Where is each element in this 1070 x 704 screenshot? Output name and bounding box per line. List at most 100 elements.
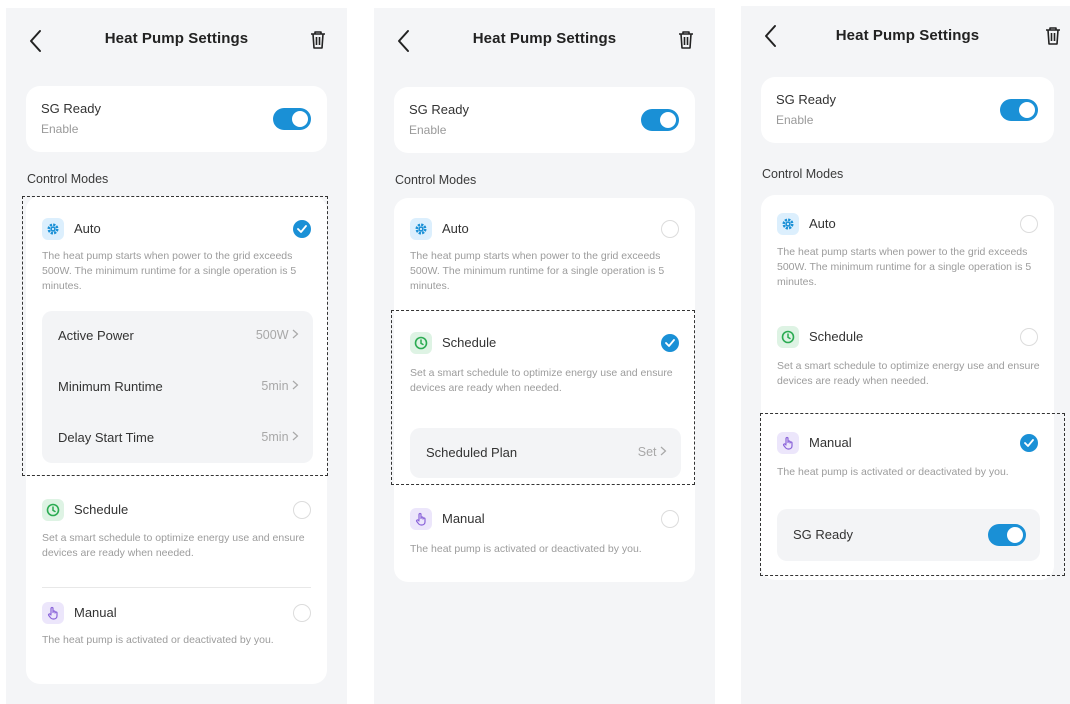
check-icon: [1024, 439, 1034, 447]
setting-row-delay-start-time[interactable]: Delay Start Time 5min: [42, 413, 313, 463]
setting-value: 5min: [261, 430, 299, 444]
mode-schedule-radio[interactable]: [661, 334, 679, 352]
gear-icon: [777, 213, 799, 235]
mode-auto-desc: The heat pump starts when power to the g…: [410, 250, 665, 292]
header: Heat Pump Settings: [741, 6, 1070, 70]
mode-schedule[interactable]: Schedule Set a smart schedule to optimiz…: [26, 486, 327, 586]
setting-value: Set: [638, 445, 667, 459]
manual-sg-ready-toggle[interactable]: [988, 524, 1026, 546]
page-title: Heat Pump Settings: [104, 30, 249, 47]
screen-auto-selected: Heat Pump Settings SG Ready Enable Contr…: [6, 8, 347, 704]
setting-row-scheduled-plan[interactable]: Scheduled Plan Set: [410, 428, 681, 478]
sg-ready-title: SG Ready: [409, 102, 469, 117]
page-title: Heat Pump Settings: [472, 30, 617, 47]
mode-manual-title: Manual: [74, 605, 117, 620]
mode-manual[interactable]: Manual The heat pump is activated or dea…: [394, 498, 695, 582]
screen-schedule-selected: Heat Pump Settings SG Ready Enable Contr…: [374, 8, 715, 704]
sg-ready-subtitle: Enable: [776, 113, 814, 127]
mode-auto[interactable]: Auto The heat pump starts when power to …: [26, 196, 327, 296]
sg-ready-toggle[interactable]: [641, 109, 679, 131]
mode-schedule-desc: Set a smart schedule to optimize energy …: [410, 367, 673, 394]
toggle-knob: [660, 112, 676, 128]
sg-ready-toggle[interactable]: [273, 108, 311, 130]
gear-icon: [42, 218, 64, 240]
trash-icon[interactable]: [1044, 26, 1062, 46]
mode-manual-desc: The heat pump is activated or deactivate…: [42, 634, 274, 646]
trash-icon[interactable]: [677, 30, 695, 50]
control-modes-label: Control Modes: [762, 167, 844, 181]
sg-ready-title: SG Ready: [41, 101, 101, 116]
hand-pointer-icon: [410, 508, 432, 530]
control-modes-label: Control Modes: [395, 173, 477, 187]
chevron-right-icon: [292, 329, 299, 339]
chevron-right-icon: [660, 446, 667, 456]
toggle-knob: [1007, 527, 1023, 543]
setting-label: Scheduled Plan: [426, 445, 518, 460]
setting-row-minimum-runtime[interactable]: Minimum Runtime 5min: [42, 362, 313, 412]
mode-schedule-title: Schedule: [442, 335, 497, 350]
setting-label: Active Power: [58, 328, 134, 343]
mode-manual-radio[interactable]: [293, 604, 311, 622]
mode-schedule-title: Schedule: [74, 502, 129, 517]
sg-ready-card: SG Ready Enable: [26, 86, 327, 152]
mode-auto[interactable]: Auto The heat pump starts when power to …: [394, 198, 695, 298]
sg-ready-subtitle: Enable: [409, 123, 447, 137]
chevron-right-icon: [292, 380, 299, 390]
divider: [42, 587, 311, 588]
auto-settings-panel: Active Power 500W Minimum Runtime 5min D…: [42, 311, 313, 463]
clock-icon: [42, 499, 64, 521]
mode-auto[interactable]: Auto The heat pump starts when power to …: [761, 195, 1054, 295]
mode-auto-radio[interactable]: [661, 220, 679, 238]
setting-label: Minimum Runtime: [58, 379, 163, 394]
mode-manual-desc: The heat pump is activated or deactivate…: [410, 543, 642, 555]
sg-ready-toggle[interactable]: [1000, 99, 1038, 121]
mode-schedule[interactable]: Schedule Set a smart schedule to optimiz…: [394, 318, 695, 408]
mode-auto-title: Auto: [74, 221, 101, 236]
toggle-knob: [1019, 102, 1035, 118]
mode-auto-radio[interactable]: [293, 220, 311, 238]
mode-manual-title: Manual: [809, 435, 852, 450]
check-icon: [297, 225, 307, 233]
mode-manual-radio[interactable]: [1020, 434, 1038, 452]
mode-schedule-desc: Set a smart schedule to optimize energy …: [42, 532, 305, 559]
mode-manual-title: Manual: [442, 511, 485, 526]
chevron-right-icon: [292, 431, 299, 441]
header: Heat Pump Settings: [6, 8, 347, 72]
trash-icon[interactable]: [309, 30, 327, 50]
mode-auto-desc: The heat pump starts when power to the g…: [777, 246, 1032, 288]
setting-label: Delay Start Time: [58, 430, 155, 445]
mode-auto-desc: The heat pump starts when power to the g…: [42, 250, 297, 292]
mode-schedule[interactable]: Schedule Set a smart schedule to optimiz…: [761, 313, 1054, 403]
clock-icon: [777, 326, 799, 348]
mode-manual[interactable]: Manual The heat pump is activated or dea…: [761, 423, 1054, 507]
gear-icon: [410, 218, 432, 240]
mode-manual-desc: The heat pump is activated or deactivate…: [777, 466, 1009, 478]
sg-ready-card: SG Ready Enable: [394, 87, 695, 153]
mode-auto-title: Auto: [809, 216, 836, 231]
toggle-knob: [292, 111, 308, 127]
mode-schedule-radio[interactable]: [1020, 328, 1038, 346]
setting-value: 5min: [261, 379, 299, 393]
mode-manual-radio[interactable]: [661, 510, 679, 528]
sg-ready-card: SG Ready Enable: [761, 77, 1054, 143]
hand-pointer-icon: [42, 602, 64, 624]
setting-label: SG Ready: [793, 527, 853, 542]
control-modes-card: Auto The heat pump starts when power to …: [394, 198, 695, 582]
mode-manual[interactable]: Manual The heat pump is activated or dea…: [26, 591, 327, 684]
manual-settings-panel: SG Ready: [777, 509, 1040, 561]
mode-schedule-desc: Set a smart schedule to optimize energy …: [777, 360, 1040, 387]
setting-row-active-power[interactable]: Active Power 500W: [42, 311, 313, 361]
clock-icon: [410, 332, 432, 354]
sg-ready-subtitle: Enable: [41, 122, 79, 136]
control-modes-label: Control Modes: [27, 172, 109, 186]
control-modes-card: Auto The heat pump starts when power to …: [761, 195, 1054, 580]
mode-schedule-radio[interactable]: [293, 501, 311, 519]
check-icon: [665, 339, 675, 347]
mode-schedule-title: Schedule: [809, 329, 864, 344]
control-modes-card: Auto The heat pump starts when power to …: [26, 196, 327, 684]
mode-auto-radio[interactable]: [1020, 215, 1038, 233]
header: Heat Pump Settings: [374, 8, 715, 72]
setting-value: 500W: [256, 328, 299, 342]
setting-row-sg-ready: SG Ready: [777, 509, 1040, 561]
schedule-settings-panel: Scheduled Plan Set: [410, 428, 681, 478]
